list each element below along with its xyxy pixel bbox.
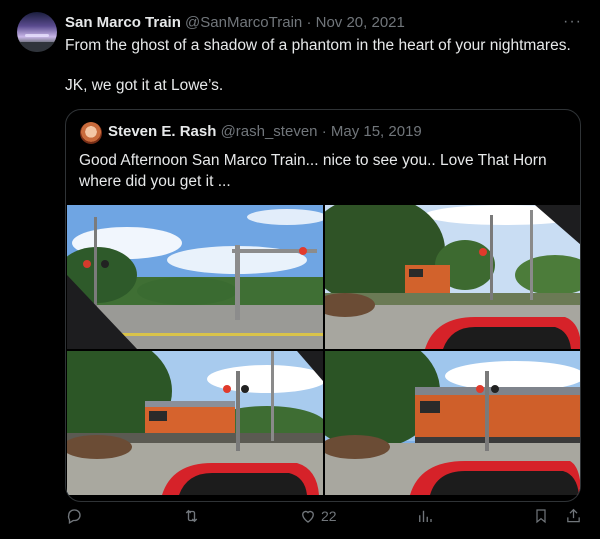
quoted-tweet-header: Steven E. Rash @rash_steven · May 15, 20… [108,123,422,140]
reply-button[interactable] [65,507,83,525]
like-button[interactable]: 22 [299,507,337,525]
author-handle[interactable]: @SanMarcoTrain [185,14,302,31]
photo-locomotive-crossing[interactable] [67,351,323,495]
bookmark-icon [533,507,549,525]
share-button[interactable] [565,507,582,525]
tweet-actions: 22 [0,505,600,533]
quoted-author-avatar [80,122,102,144]
photo-locomotive-passing[interactable] [325,351,580,495]
tweet-text: From the ghost of a shadow of a phantom … [65,36,585,96]
views-icon [416,507,434,525]
author-name[interactable]: San Marco Train [65,14,181,31]
tweet[interactable]: San Marco Train @SanMarcoTrain · Nov 20,… [0,0,600,539]
quoted-tweet-date: May 15, 2019 [330,123,422,140]
quoted-header-separator: · [321,123,327,140]
tweet-text-line: JK, we got it at Lowe’s. [65,77,224,94]
retweet-icon [182,507,201,525]
photo-locomotive-approaching[interactable] [325,205,580,349]
like-count: 22 [321,508,337,524]
more-options-icon[interactable]: ··· [563,13,582,31]
author-avatar[interactable] [17,12,57,52]
views-button[interactable] [416,507,434,525]
reply-icon [65,507,83,525]
tweet-text-line: From the ghost of a shadow of a phantom … [65,37,571,54]
quoted-author-name: Steven E. Rash [108,123,217,140]
tweet-header: San Marco Train @SanMarcoTrain · Nov 20,… [65,14,565,34]
share-icon [565,507,582,525]
photo-crossing-signal[interactable] [67,205,323,349]
header-separator: · [306,14,312,31]
photo-grid [67,205,580,496]
bookmark-button[interactable] [533,507,549,525]
like-icon [299,507,317,525]
quoted-tweet[interactable]: Steven E. Rash @rash_steven · May 15, 20… [65,109,581,502]
quoted-author-handle: @rash_steven [220,123,318,140]
tweet-date[interactable]: Nov 20, 2021 [316,14,405,31]
quoted-tweet-text: Good Afternoon San Marco Train... nice t… [79,152,547,190]
retweet-button[interactable] [182,507,201,525]
